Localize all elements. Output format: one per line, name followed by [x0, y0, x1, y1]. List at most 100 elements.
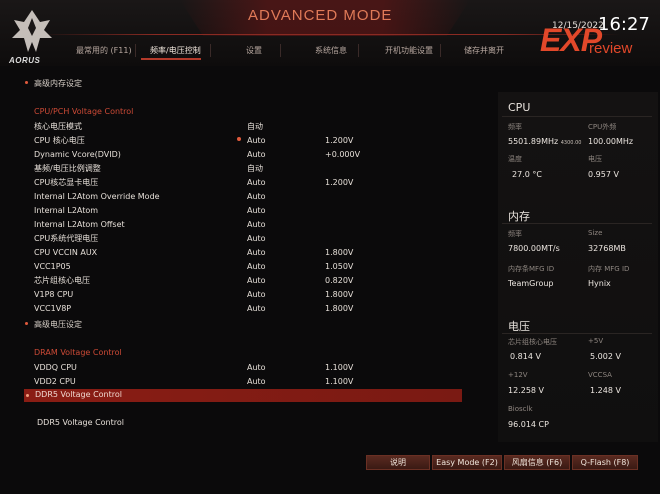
- tab-favorites[interactable]: 最常用的 (F11): [76, 45, 132, 56]
- setting-current-voltage: +0.000V: [325, 150, 361, 159]
- cpu-voltage-label: 电压: [588, 155, 602, 163]
- cpu-freq-number: 5501.89MHz: [508, 137, 559, 146]
- selected-indicator-icon: [237, 137, 241, 141]
- setting-label: VDD2 CPU: [34, 377, 76, 386]
- setting-value[interactable]: Auto: [247, 149, 266, 161]
- setting-label: Dynamic Vcore(DVID): [34, 150, 121, 159]
- tab-divider: [358, 44, 359, 57]
- setting-label: 芯片组核心电压: [34, 276, 90, 285]
- active-tab-indicator: [141, 58, 201, 60]
- setting-current-voltage: 1.800V: [325, 248, 354, 257]
- setting-value[interactable]: Auto: [247, 191, 266, 203]
- setting-label: Internal L2Atom: [34, 206, 99, 215]
- cpu-freq-value: 5501.89MHz 4300.00: [508, 137, 581, 146]
- setting-current-voltage: 1.050V: [325, 262, 354, 271]
- setting-label: CPU核芯显卡电压: [34, 178, 99, 187]
- tab-freq-voltage[interactable]: 频率/电压控制: [150, 45, 201, 56]
- fan-info-button[interactable]: 风扇信息 (F6): [504, 455, 570, 470]
- setting-value[interactable]: Auto: [247, 135, 266, 147]
- setting-value[interactable]: Auto: [247, 362, 266, 374]
- tab-divider: [135, 44, 136, 57]
- panel-divider: [502, 333, 652, 334]
- aorus-logo-text: AORUS: [9, 56, 41, 65]
- chipset-voltage-label: 芯片组核心电压: [508, 338, 557, 346]
- setting-label: Internal L2Atom Override Mode: [34, 192, 160, 201]
- cpu-ext-freq-label: CPU外频: [588, 123, 617, 131]
- voltage-panel-title: 电压: [508, 320, 530, 333]
- setting-label: CPU 核心电压: [34, 136, 85, 145]
- cpu-voltage-value: 0.957 V: [588, 170, 619, 179]
- setting-label: CPU系统代理电压: [34, 234, 99, 243]
- memory-size-label: Size: [588, 229, 603, 237]
- setting-current-voltage: 1.800V: [325, 304, 354, 313]
- plus12v-label: +12V: [508, 371, 528, 379]
- setting-current-voltage: 1.100V: [325, 377, 354, 386]
- memory-freq-label: 频率: [508, 230, 522, 238]
- tab-system-info[interactable]: 系统信息: [315, 45, 347, 56]
- tab-divider: [210, 44, 211, 57]
- ddr5-voltage-control-item[interactable]: DDR5 Voltage Control: [35, 390, 122, 399]
- dram-section-title: DRAM Voltage Control: [34, 348, 122, 357]
- tab-divider: [440, 44, 441, 57]
- advanced-memory-settings-item[interactable]: 高级内存设定: [25, 78, 82, 89]
- cpu-ext-freq-value: 100.00MHz: [588, 137, 634, 146]
- header-divider: [40, 34, 620, 35]
- setting-label: VCC1V8P: [34, 304, 72, 313]
- cpu-temp-value: 27.0 °C: [512, 170, 542, 179]
- plus5v-label: +5V: [588, 337, 604, 345]
- setting-value[interactable]: Auto: [247, 275, 266, 287]
- memory-mfg-label: 内存条MFG ID: [508, 265, 555, 273]
- biosclk-label: Biosclk: [508, 405, 533, 413]
- memory-chip-mfg-label: 内存 MFG ID: [588, 265, 630, 273]
- advanced-voltage-settings-item[interactable]: 高级电压设定: [25, 319, 82, 330]
- setting-label: V1P8 CPU: [34, 290, 74, 299]
- panel-divider: [502, 116, 652, 117]
- tab-boot[interactable]: 开机功能设置: [385, 45, 433, 56]
- mode-title[interactable]: ADVANCED MODE: [248, 7, 392, 24]
- setting-current-voltage: 0.820V: [325, 276, 354, 285]
- vccsa-value: 1.248 V: [590, 386, 621, 395]
- setting-label: 基频/电压比例调整: [34, 164, 101, 173]
- setting-label: VDDQ CPU: [34, 363, 77, 372]
- setting-value[interactable]: Auto: [247, 303, 266, 315]
- panel-divider: [502, 223, 652, 224]
- setting-value[interactable]: Auto: [247, 247, 266, 259]
- cpu-panel-title: CPU: [508, 101, 531, 114]
- cpu-pch-section-title: CPU/PCH Voltage Control: [34, 107, 134, 116]
- vccsa-label: VCCSA: [588, 371, 612, 379]
- setting-value[interactable]: Auto: [247, 177, 266, 189]
- cpu-freq-sub: 4300.00: [560, 140, 582, 146]
- tab-settings[interactable]: 设置: [246, 45, 262, 56]
- review-logo: review: [589, 40, 633, 57]
- setting-value[interactable]: Auto: [247, 219, 266, 231]
- setting-value[interactable]: Auto: [247, 205, 266, 217]
- easy-mode-button[interactable]: Easy Mode (F2): [432, 455, 502, 470]
- cpu-freq-label: 频率: [508, 123, 522, 131]
- tab-save-exit[interactable]: 储存并离开: [464, 45, 504, 56]
- chipset-voltage-value: 0.814 V: [510, 352, 541, 361]
- setting-value[interactable]: Auto: [247, 376, 266, 388]
- setting-current-voltage: 1.200V: [325, 136, 354, 145]
- cpu-temp-label: 温度: [508, 155, 522, 163]
- time-display: 16:27: [598, 14, 650, 35]
- setting-value[interactable]: Auto: [247, 233, 266, 245]
- setting-value[interactable]: Auto: [247, 289, 266, 301]
- setting-label: CPU VCCIN AUX: [34, 248, 98, 257]
- setting-current-voltage: 1.800V: [325, 290, 354, 299]
- qflash-button[interactable]: Q-Flash (F8): [572, 455, 638, 470]
- ddr5-voltage-control-description: DDR5 Voltage Control: [37, 418, 124, 427]
- memory-panel-title: 内存: [508, 210, 530, 223]
- bullet-icon: [25, 322, 28, 325]
- setting-value[interactable]: 自动: [247, 163, 263, 175]
- plus5v-value: 5.002 V: [590, 352, 621, 361]
- setting-value[interactable]: 自动: [247, 121, 263, 133]
- plus12v-value: 12.258 V: [508, 386, 545, 395]
- help-button[interactable]: 说明: [366, 455, 430, 470]
- memory-size-value: 32768MB: [588, 244, 626, 253]
- bullet-icon: [26, 394, 29, 397]
- memory-chip-mfg-value: Hynix: [588, 279, 611, 288]
- item-label: 高级内存设定: [34, 79, 82, 88]
- setting-current-voltage: 1.100V: [325, 363, 354, 372]
- setting-label: Internal L2Atom Offset: [34, 220, 125, 229]
- setting-value[interactable]: Auto: [247, 261, 266, 273]
